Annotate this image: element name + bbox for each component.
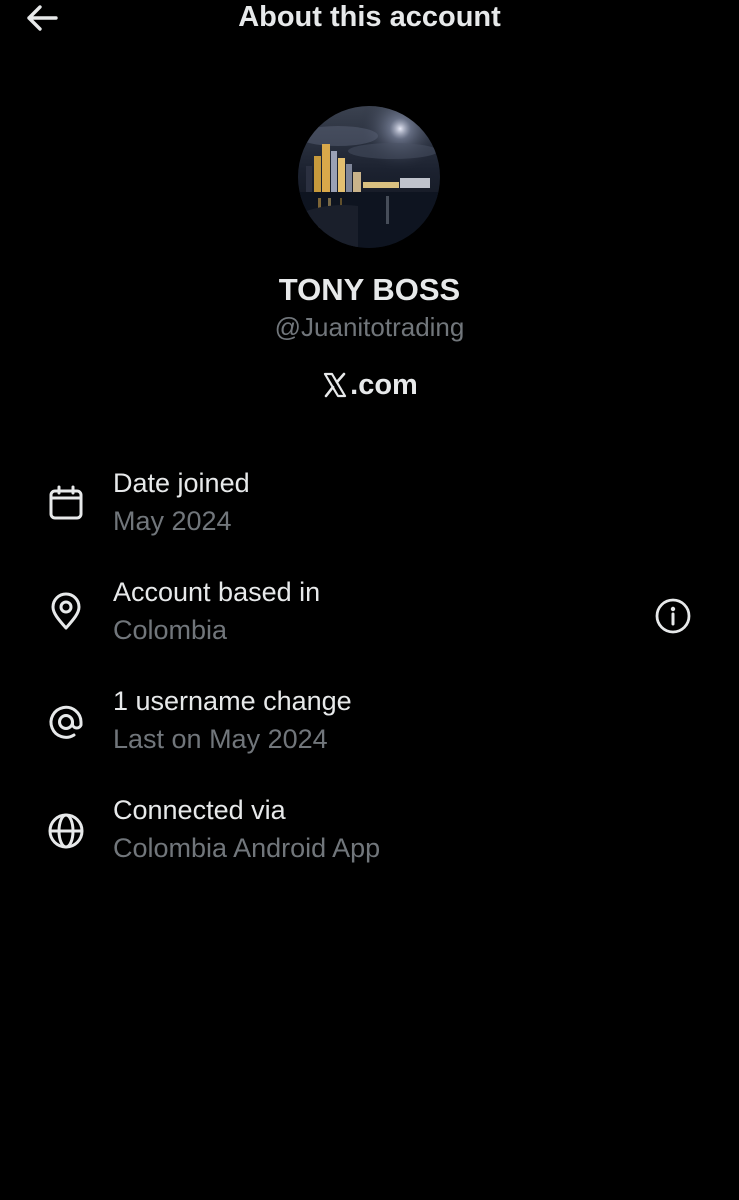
info-icon <box>655 598 691 634</box>
calendar-icon <box>45 482 87 524</box>
page-title: About this account <box>238 1 501 33</box>
at-sign-icon <box>45 701 87 743</box>
globe-icon <box>45 810 87 852</box>
info-button[interactable] <box>653 596 693 636</box>
detail-title: Account based in <box>113 577 321 607</box>
detail-value: Colombia <box>113 615 228 645</box>
detail-row-account-based-in: Account based in Colombia <box>0 576 739 666</box>
avatar <box>298 106 440 248</box>
site-suffix: .com <box>350 369 418 401</box>
detail-title: Date joined <box>113 468 250 498</box>
site-label: .com <box>0 366 739 404</box>
detail-value: Colombia Android App <box>113 833 381 863</box>
detail-value: May 2024 <box>113 506 232 536</box>
location-pin-icon <box>45 591 87 633</box>
detail-row-username-changes: 1 username change Last on May 2024 <box>0 685 739 775</box>
username-handle: @Juanitotrading <box>274 312 465 342</box>
detail-value: Last on May 2024 <box>113 724 328 754</box>
detail-title: Connected via <box>113 795 286 825</box>
top-bar: About this account <box>0 0 739 40</box>
display-name: TONY BOSS <box>278 272 461 307</box>
detail-row-date-joined: Date joined May 2024 <box>0 467 739 557</box>
detail-row-connected-via: Connected via Colombia Android App <box>0 794 739 884</box>
x-logo-icon <box>321 371 349 399</box>
detail-title: 1 username change <box>113 686 352 716</box>
